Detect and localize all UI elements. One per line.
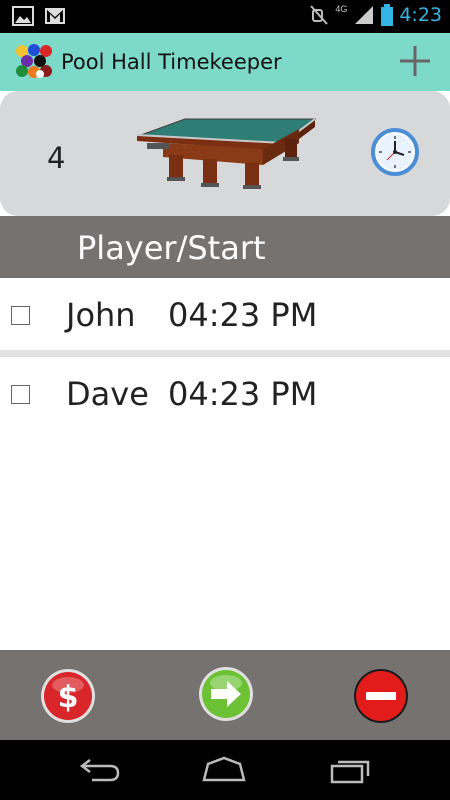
- pool-table-image: [136, 118, 317, 189]
- plus-icon[interactable]: [398, 44, 432, 78]
- player-start-time: 04:23 PM: [168, 375, 318, 413]
- bottom-action-bar: $: [0, 650, 450, 740]
- signal-icon: [355, 6, 374, 24]
- player-row[interactable]: Dave 04:23 PM: [0, 357, 450, 429]
- home-icon[interactable]: [200, 756, 248, 784]
- arrow-right-icon[interactable]: [197, 665, 255, 723]
- mute-icon: [310, 5, 329, 25]
- system-status: 4G 4:23: [309, 4, 442, 26]
- gallery-notification-icon: [12, 6, 34, 26]
- list-header-label: Player/Start: [77, 229, 266, 267]
- action-bar: Pool Hall Timekeeper: [0, 33, 450, 91]
- player-name: Dave: [66, 375, 149, 413]
- table-number: 4: [47, 141, 66, 175]
- player-checkbox[interactable]: [11, 385, 30, 404]
- status-time: 4:23: [399, 4, 442, 26]
- app-logo-icon: [16, 44, 52, 78]
- list-header: Player/Start: [0, 216, 450, 278]
- table-card[interactable]: 4: [0, 91, 450, 216]
- minus-icon[interactable]: [352, 667, 410, 725]
- svg-text:$: $: [58, 680, 79, 715]
- recent-apps-icon[interactable]: [328, 756, 374, 784]
- network-label: 4G: [335, 4, 348, 14]
- app-title: Pool Hall Timekeeper: [61, 50, 282, 74]
- nav-bar: [0, 740, 450, 800]
- player-start-time: 04:23 PM: [168, 296, 318, 334]
- gmail-notification-icon: [45, 8, 65, 24]
- back-icon[interactable]: [78, 756, 122, 784]
- status-bar: 4G 4:23: [0, 0, 450, 33]
- row-divider: [0, 350, 450, 357]
- battery-icon: [381, 4, 394, 26]
- clock-icon[interactable]: [371, 128, 419, 176]
- content-area: 4 Player/Start John 04:23 PM Dave 04:23 …: [0, 91, 450, 650]
- player-row[interactable]: John 04:23 PM: [0, 278, 450, 350]
- notification-icons: [12, 6, 66, 26]
- player-checkbox[interactable]: [11, 306, 30, 325]
- player-name: John: [66, 296, 136, 334]
- dollar-icon[interactable]: $: [39, 667, 97, 725]
